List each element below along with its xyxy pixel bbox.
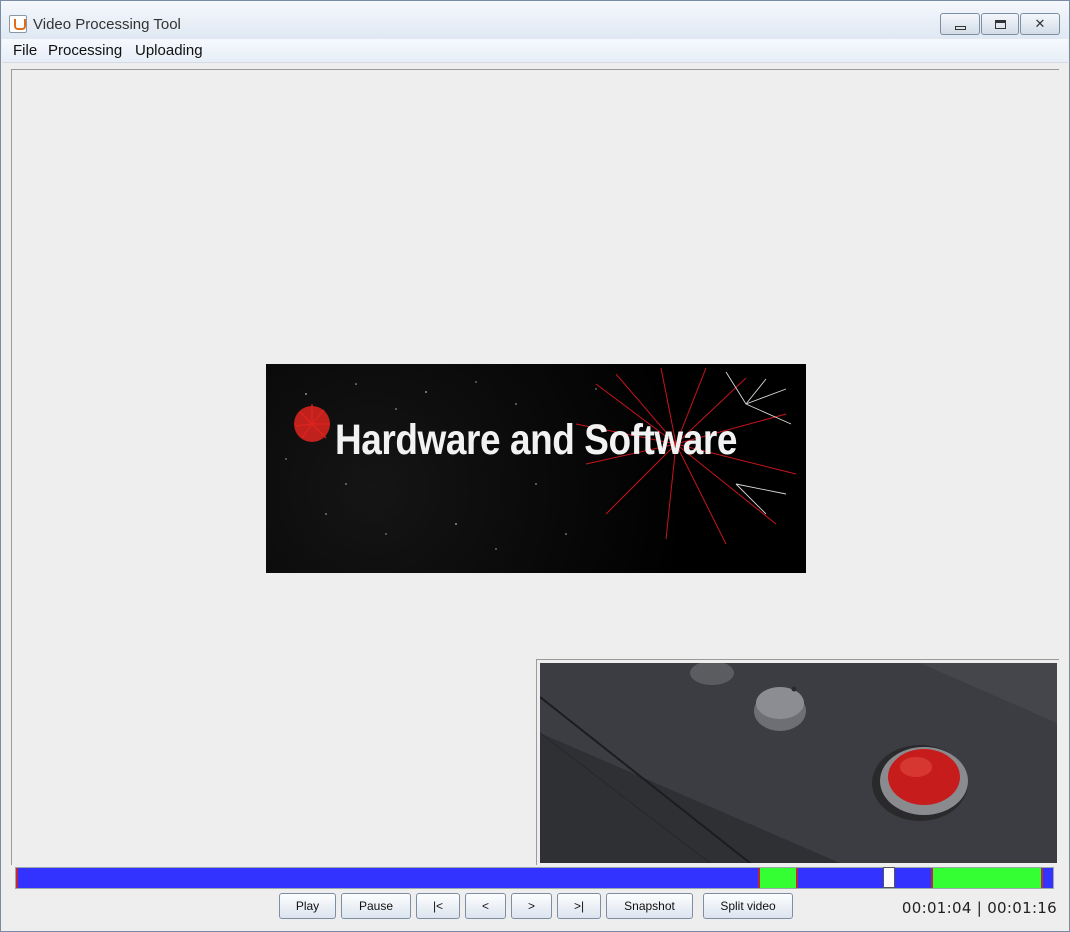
timeline-marker: [758, 868, 761, 888]
close-icon: ✕: [1034, 16, 1046, 32]
timeline-marker: [16, 868, 18, 888]
play-button[interactable]: Play: [279, 893, 336, 919]
current-time: 00:01:04: [901, 899, 972, 917]
button-device-graphic: [540, 663, 1057, 863]
timeline-slider[interactable]: [15, 867, 1054, 889]
timeline-marker: [1040, 868, 1043, 888]
main-video-frame: Hardware and Software: [266, 364, 806, 573]
maximize-button[interactable]: [981, 13, 1019, 35]
minimize-button[interactable]: [940, 13, 980, 35]
time-display: 00:01:04 | 00:01:16: [902, 899, 1057, 917]
jump-start-button[interactable]: |<: [416, 893, 460, 919]
preview-video-frame: [540, 663, 1057, 863]
menu-processing[interactable]: Processing: [48, 42, 122, 59]
timeline-segment: [930, 868, 1041, 888]
snapshot-button[interactable]: Snapshot: [606, 893, 693, 919]
timeline-marker: [795, 868, 798, 888]
timeline-thumb[interactable]: [883, 867, 896, 888]
playback-controls: Play Pause |< < > >| Snapshot Split vide…: [1, 893, 1069, 923]
menu-bar: File Processing Uploading: [2, 39, 1068, 63]
pause-button[interactable]: Pause: [341, 893, 411, 919]
video-overlay-text: Hardware and Software: [335, 416, 737, 464]
total-time: 00:01:16: [987, 899, 1057, 917]
timeline-segment: [16, 868, 759, 888]
menu-uploading[interactable]: Uploading: [135, 42, 203, 59]
time-separator: |: [976, 899, 983, 917]
fireworks-graphic: [285, 367, 797, 550]
step-back-button[interactable]: <: [465, 893, 506, 919]
timeline-segment: [795, 868, 931, 888]
window-title: Video Processing Tool: [33, 16, 181, 33]
timeline-segment: [758, 868, 796, 888]
timeline-marker: [930, 868, 933, 888]
minimize-icon: [941, 14, 979, 34]
maximize-icon: [982, 14, 1018, 34]
step-forward-button[interactable]: >: [511, 893, 552, 919]
close-button[interactable]: ✕: [1020, 13, 1060, 35]
java-app-icon: [9, 15, 27, 33]
jump-end-button[interactable]: >|: [557, 893, 601, 919]
menu-file[interactable]: File: [13, 42, 37, 59]
title-bar: Video Processing Tool ✕: [1, 1, 1069, 39]
app-window: Video Processing Tool ✕ File Processing …: [0, 0, 1070, 932]
split-video-button[interactable]: Split video: [703, 893, 793, 919]
